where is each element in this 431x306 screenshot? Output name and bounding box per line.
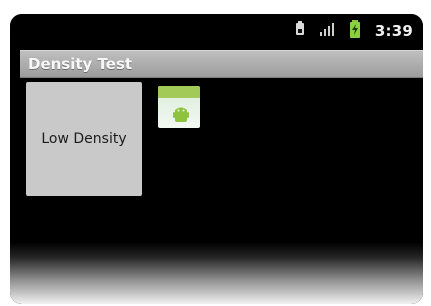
density-label: Low Density: [41, 131, 127, 147]
density-panel: Low Density: [26, 82, 142, 196]
android-robot-icon: [173, 107, 189, 122]
image-top-stripe: [158, 86, 200, 98]
status-icons: 3:39: [295, 20, 413, 42]
android-device-screen: 3:39 Density Test Low Density: [10, 14, 423, 304]
battery-charging-icon: [349, 20, 361, 42]
signal-icon: [319, 21, 335, 41]
app-title: Density Test: [28, 55, 133, 73]
status-bar: 3:39: [10, 14, 423, 48]
bottom-glare: [10, 242, 423, 304]
title-bar: Density Test: [20, 50, 423, 78]
android-image: [158, 86, 200, 128]
clock: 3:39: [374, 22, 413, 40]
sim-icon: [295, 21, 305, 41]
